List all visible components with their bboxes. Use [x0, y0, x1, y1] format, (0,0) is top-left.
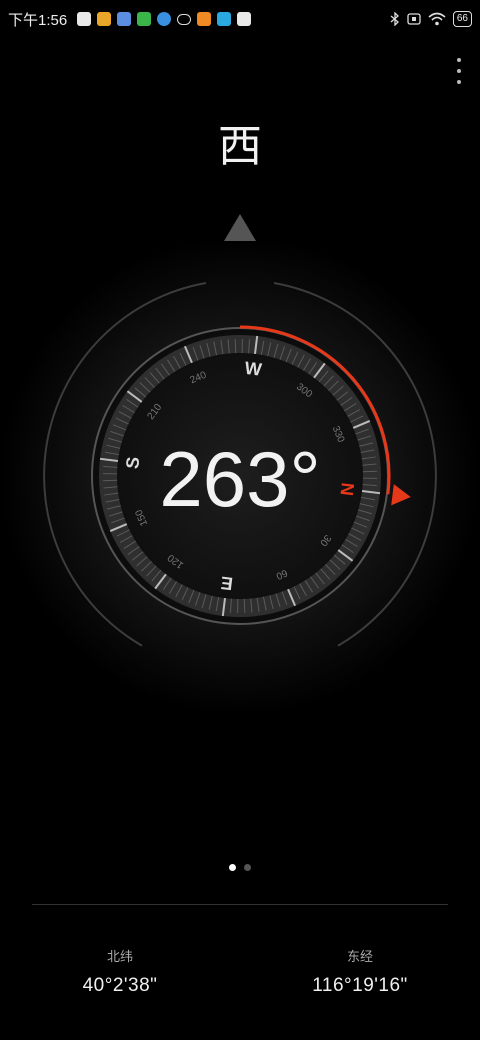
latitude-label: 北纬 — [106, 949, 133, 964]
notification-icon — [117, 12, 132, 26]
wifi-icon — [428, 12, 446, 26]
cardinal-west: W — [244, 358, 263, 380]
page-indicator — [0, 864, 480, 871]
page-dot-active[interactable] — [229, 864, 236, 871]
bluetooth-icon — [390, 12, 399, 26]
cardinal-east: E — [220, 573, 234, 594]
longitude-block: 东经 116°19'16" — [280, 946, 440, 997]
more-options-icon[interactable] — [456, 58, 462, 84]
page-dot[interactable] — [244, 864, 251, 871]
heading-marker-icon — [224, 214, 256, 241]
direction-title: 西 — [218, 122, 262, 171]
rotate-lock-icon — [407, 13, 421, 25]
cardinal-south: S — [122, 456, 143, 470]
notification-icon — [197, 12, 212, 26]
notification-icon — [97, 12, 112, 26]
notification-icon — [137, 12, 152, 26]
compass-dial: 263° N E S W 2403003303060120150210 — [0, 214, 480, 716]
notification-icon — [157, 12, 172, 26]
notification-icon — [217, 12, 232, 26]
notification-icon — [237, 12, 252, 26]
cardinal-north: N — [336, 482, 357, 497]
heading-readout: 263° — [159, 435, 320, 523]
divider — [32, 904, 448, 905]
battery-indicator: 66 — [452, 11, 472, 27]
status-time: 下午1:56 — [8, 11, 68, 29]
latitude-value: 40°2'38" — [82, 975, 158, 996]
cloud-icon — [177, 13, 192, 25]
notification-icon — [77, 12, 92, 26]
longitude-label: 东经 — [346, 949, 373, 964]
longitude-value: 116°19'16" — [312, 975, 408, 996]
status-bar: 下午1:56 66 — [0, 0, 480, 38]
latitude-block: 北纬 40°2'38" — [40, 946, 200, 997]
